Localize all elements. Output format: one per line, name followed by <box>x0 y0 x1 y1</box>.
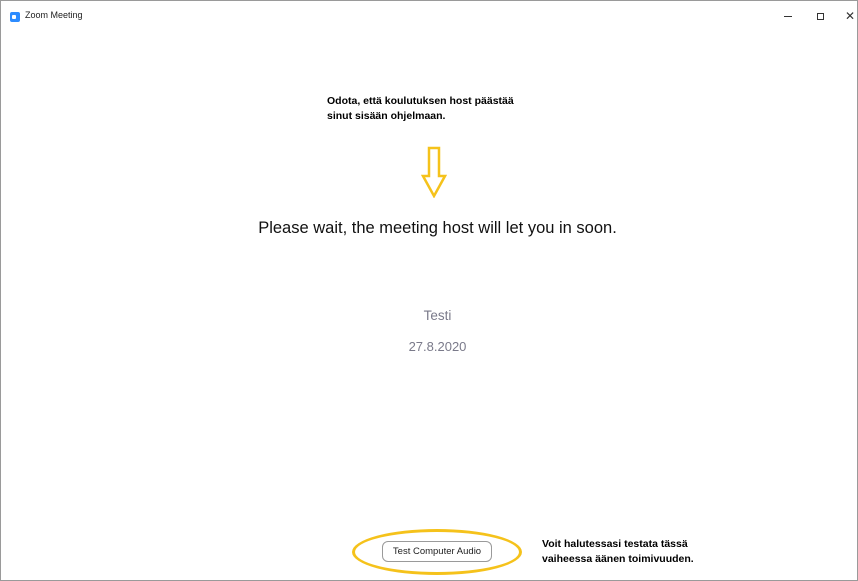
close-icon: ✕ <box>844 9 856 23</box>
annotation-top-line2: sinut sisään ohjelmaan. <box>327 110 446 122</box>
annotation-bottom-line2: vaiheessa äänen toimivuuden. <box>542 553 694 565</box>
window-title: Zoom Meeting <box>25 10 83 20</box>
meeting-date: 27.8.2020 <box>408 339 467 354</box>
annotation-wait-instructions: Odota, että koulutuksen host päästää sin… <box>327 94 514 124</box>
test-computer-audio-button[interactable]: Test Computer Audio <box>382 541 492 562</box>
annotation-bottom-line1: Voit halutessasi testata tässä <box>542 538 688 550</box>
zoom-app-icon <box>10 12 20 22</box>
minimize-button[interactable] <box>773 5 803 27</box>
title-bar: Zoom Meeting ✕ <box>1 1 857 31</box>
maximize-icon <box>816 12 824 20</box>
down-arrow-icon <box>421 146 447 198</box>
maximize-button[interactable] <box>805 5 835 27</box>
close-button[interactable]: ✕ <box>835 5 858 27</box>
annotation-audio-test: Voit halutessasi testata tässä vaiheessa… <box>542 537 694 567</box>
minimize-icon <box>784 15 792 17</box>
annotation-top-line1: Odota, että koulutuksen host päästää <box>327 95 514 107</box>
zoom-meeting-window: Zoom Meeting ✕ Odota, että koulutuksen h… <box>0 0 858 581</box>
waiting-room-message: Please wait, the meeting host will let y… <box>258 219 617 237</box>
meeting-topic: Testi <box>423 308 452 323</box>
